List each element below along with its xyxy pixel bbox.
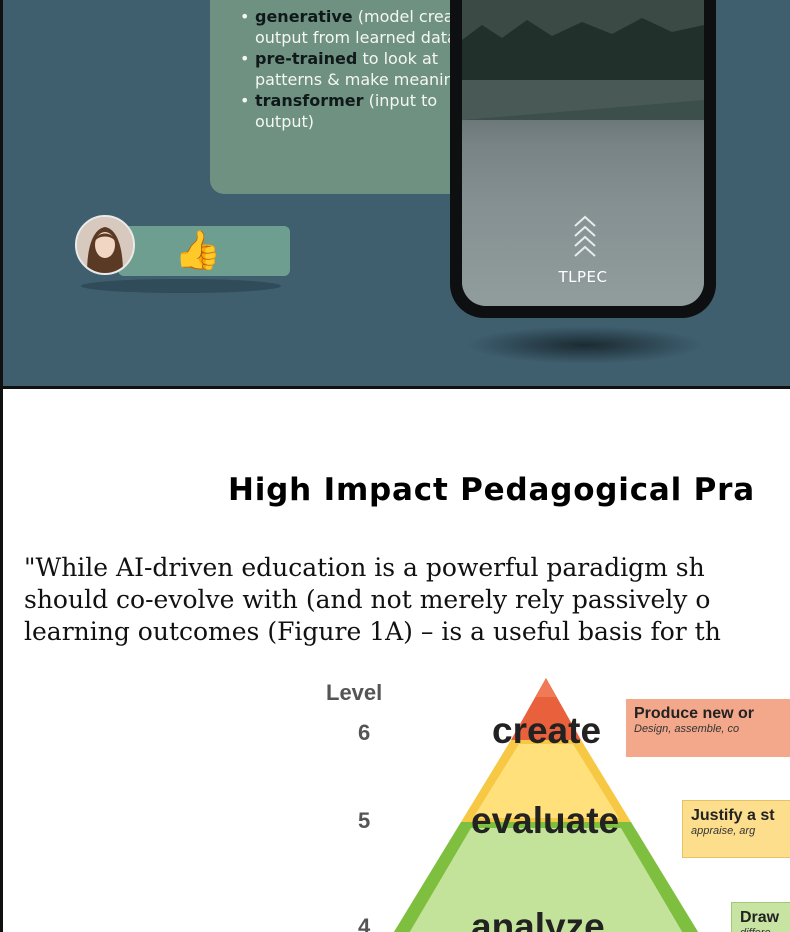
pyramid-label-analyze: analyze [471, 906, 605, 932]
page-frame: generative (model creates output from le… [0, 0, 790, 932]
level-description: Draw [740, 909, 780, 926]
pyramid-label-create: create [492, 710, 602, 751]
level-description-box: Produce new or Design, assemble, co [626, 699, 790, 757]
pyramid-tier-create [536, 678, 556, 697]
level-verbs: Design, assemble, co [634, 723, 740, 735]
level-description-box: Justify a st appraise, arg [682, 800, 790, 858]
pyramid-label-evaluate: evaluate [471, 800, 620, 841]
level-verbs: differe [740, 927, 790, 932]
level-verbs: appraise, arg [691, 825, 756, 837]
bloom-pyramid [393, 678, 699, 932]
level-description-box: Draw differe [731, 902, 790, 932]
level-description: Justify a st [691, 807, 775, 824]
level-description: Produce new or [634, 705, 755, 722]
